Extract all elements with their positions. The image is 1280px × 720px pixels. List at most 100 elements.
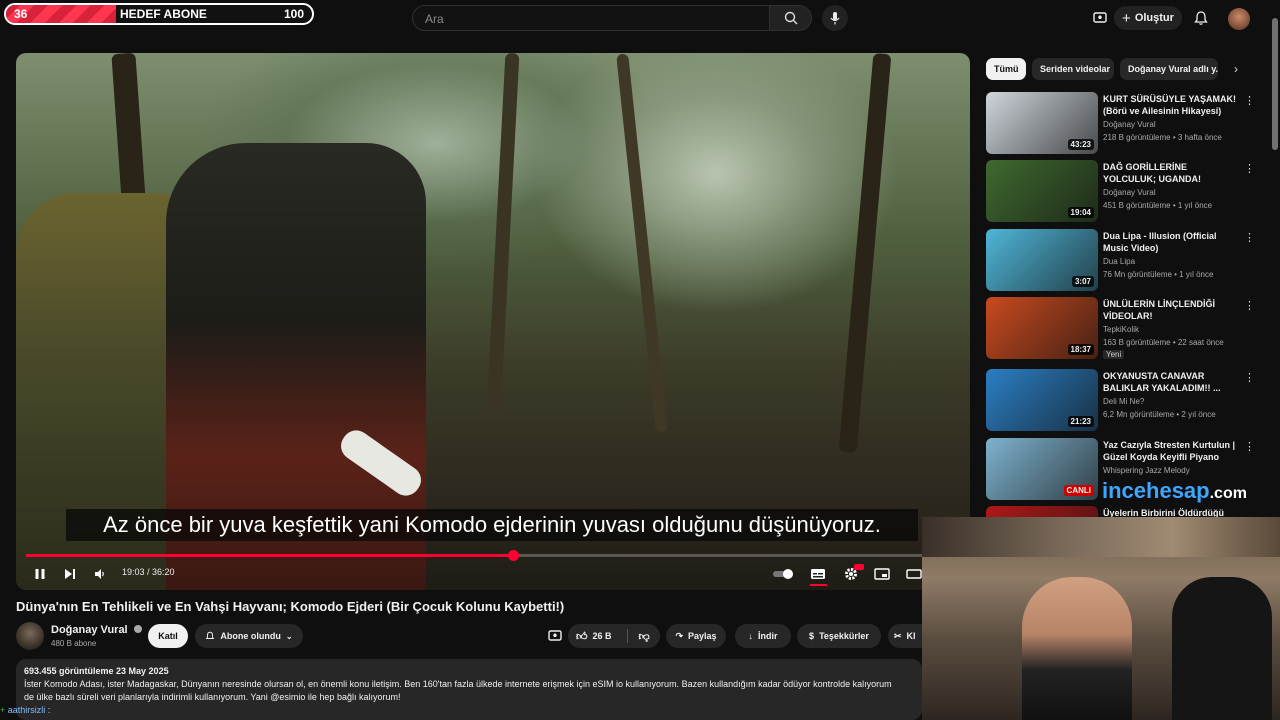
views-date: 693.455 görüntüleme 23 May 2025: [24, 666, 169, 676]
video-title[interactable]: KURT SÜRÜSÜYLE YAŞAMAK! (Börü ve Ailesin…: [1103, 93, 1239, 117]
more-options-icon[interactable]: ⋮: [1244, 440, 1255, 453]
duration-badge: 19:04: [1067, 207, 1094, 218]
chat-username: aathirsizli: [7, 705, 46, 715]
video-thumbnail[interactable]: 43:23: [986, 92, 1098, 154]
create-label: Oluştur: [1134, 12, 1174, 24]
search-button[interactable]: [770, 5, 812, 31]
video-meta: 163 B görüntüleme • 22 saat önce: [1103, 338, 1224, 347]
page-scrollbar[interactable]: [1272, 18, 1278, 150]
video-thumbnail[interactable]: 18:37: [986, 297, 1098, 359]
recommended-video[interactable]: 19:04 DAĞ GORİLLERİNE YOLCULUK; UGANDA! Do…: [986, 160, 1256, 224]
goal-current: 36: [14, 7, 28, 21]
more-options-icon[interactable]: ⋮: [1244, 299, 1255, 312]
miniplayer-button[interactable]: [873, 566, 891, 582]
voice-search-button[interactable]: [822, 5, 848, 31]
video-thumbnail[interactable]: CANLI: [986, 438, 1098, 500]
channel-name[interactable]: Whispering Jazz Melody: [1103, 466, 1190, 475]
share-icon: ↷: [675, 630, 683, 641]
channel-name[interactable]: TepkiKolik: [1103, 325, 1139, 334]
cast-icon[interactable]: [1092, 10, 1108, 31]
channel-name[interactable]: Doğanay Vural: [1103, 188, 1156, 197]
video-thumbnail[interactable]: [986, 506, 1098, 517]
duration-badge: 3:07: [1071, 276, 1094, 287]
more-options-icon[interactable]: ⋮: [1244, 162, 1255, 175]
subtitles-button[interactable]: [809, 566, 827, 582]
channel-name[interactable]: Deli Mi Ne?: [1103, 397, 1144, 406]
duration-badge: CANLI: [1063, 485, 1094, 496]
channel-name-text[interactable]: Doğanay Vural: [51, 624, 128, 636]
video-meta: 451 B görüntüleme • 1 yıl önce: [1103, 201, 1213, 210]
subtitles-active-indicator: [810, 584, 827, 586]
sponsor-logo-suffix: .com: [1209, 485, 1247, 502]
more-options-icon[interactable]: ⋮: [1244, 231, 1255, 244]
share-button[interactable]: ↷ Paylaş: [666, 624, 726, 648]
channel-name[interactable]: Dua Lipa: [1103, 257, 1135, 266]
channel-name[interactable]: Doğanay Vural: [1103, 120, 1156, 129]
chip-series[interactable]: Seriden videolar: [1032, 58, 1114, 80]
like-count[interactable]: 26 B: [593, 631, 612, 641]
channel-avatar[interactable]: [16, 622, 44, 650]
video-thumbnail[interactable]: 21:23: [986, 369, 1098, 431]
skip-next-icon: [65, 569, 75, 579]
chat-line: + aathirsizli :: [0, 705, 50, 715]
autoplay-toggle[interactable]: [772, 566, 796, 582]
clip-button[interactable]: ✂ Kl: [888, 624, 922, 648]
video-title[interactable]: Dua Lipa - Illusion (Official Music Vide…: [1103, 230, 1239, 254]
video-title[interactable]: OKYANUSTA CANAVAR BALIKLAR YAKALADIM!! .…: [1103, 370, 1239, 394]
video-thumbnail[interactable]: 19:04: [986, 160, 1098, 222]
subscribed-label: Abone olundu: [220, 631, 281, 641]
download-button[interactable]: ↓ İndir: [735, 624, 791, 648]
video-title[interactable]: Yaz Cazıyla Stresten Kurtulun | Güzel Ko…: [1103, 439, 1239, 463]
video-title[interactable]: ÜNLÜLERİN LİNÇLENDİĞİ VİDEOLAR!: [1103, 298, 1239, 322]
subscribed-button[interactable]: Abone olundu ⌄: [195, 624, 303, 648]
next-button[interactable]: [62, 566, 78, 582]
video-title[interactable]: DAĞ GORİLLERİNE YOLCULUK; UGANDA!: [1103, 161, 1239, 185]
thumbs-down-icon[interactable]: 👎︎: [639, 630, 650, 643]
recommended-video[interactable]: 43:23 KURT SÜRÜSÜYLE YAŞAMAK! (Börü ve Ai…: [986, 92, 1256, 156]
theater-mode-button[interactable]: [905, 566, 923, 582]
video-frame-tree: [838, 53, 892, 454]
recommended-video[interactable]: 21:23 OKYANUSTA CANAVAR BALIKLAR YAKALADI…: [986, 369, 1256, 433]
video-subtitle: Az önce bir yuva keşfettik yani Komodo e…: [66, 509, 918, 541]
microphone-icon: [830, 12, 840, 25]
download-label: İndir: [758, 631, 778, 641]
chip-channel[interactable]: Doğanay Vural adlı y...: [1120, 58, 1218, 80]
volume-button[interactable]: [92, 566, 108, 582]
thumbs-up-icon[interactable]: 👍︎: [576, 630, 588, 643]
pause-button[interactable]: [32, 566, 48, 582]
video-title[interactable]: Üyelerin Birbirini Öldürdüğü: [1103, 507, 1239, 517]
chevron-right-icon[interactable]: ›: [1234, 62, 1238, 76]
more-options-icon[interactable]: ⋮: [1244, 94, 1255, 107]
join-button[interactable]: Katıl: [148, 624, 188, 648]
search-input[interactable]: Ara: [412, 5, 770, 31]
webcam-person: [1022, 577, 1132, 720]
thanks-button[interactable]: $ Teşekkürler: [797, 624, 881, 648]
more-options-icon[interactable]: ⋮: [1244, 371, 1255, 384]
hd-badge: [854, 564, 864, 570]
recommended-video[interactable]: 18:37 ÜNLÜLERİN LİNÇLENDİĞİ VİDEOLAR! Tepk…: [986, 297, 1256, 361]
video-progress-bar[interactable]: [26, 550, 956, 561]
account-avatar[interactable]: [1228, 8, 1250, 30]
create-button[interactable]: + Oluştur: [1114, 6, 1182, 30]
subtitles-icon: [811, 569, 825, 579]
channel-name[interactable]: Doğanay Vural: [51, 624, 142, 636]
sponsor-logo: incehesap.com: [1102, 478, 1247, 504]
thanks-icon: $: [809, 631, 815, 641]
recommended-video[interactable]: Üyelerin Birbirini Öldürdüğü: [986, 506, 1256, 517]
pause-icon: [35, 569, 45, 579]
download-icon: ↓: [748, 631, 754, 641]
scissors-icon: ✂: [894, 630, 902, 641]
extension-icon[interactable]: [547, 628, 563, 649]
video-time: 19:03 / 36:20: [122, 567, 175, 577]
video-meta: 218 B görüntüleme • 3 hafta önce: [1103, 133, 1222, 142]
notifications-bell-icon[interactable]: [1193, 10, 1209, 31]
chevron-down-icon: ⌄: [285, 631, 293, 641]
video-thumbnail[interactable]: 3:07: [986, 229, 1098, 291]
webcam-shelf: [922, 517, 1280, 557]
chip-all[interactable]: Tümü: [986, 58, 1026, 80]
recommended-video[interactable]: 3:07 Dua Lipa - Illusion (Official Music …: [986, 229, 1256, 293]
description-box[interactable]: 693.455 görüntüleme 23 May 2025 İster Ko…: [16, 659, 922, 720]
thanks-label: Teşekkürler: [819, 631, 869, 641]
subscriber-count: 480 B abone: [51, 639, 97, 648]
chat-separator: :: [47, 705, 51, 715]
